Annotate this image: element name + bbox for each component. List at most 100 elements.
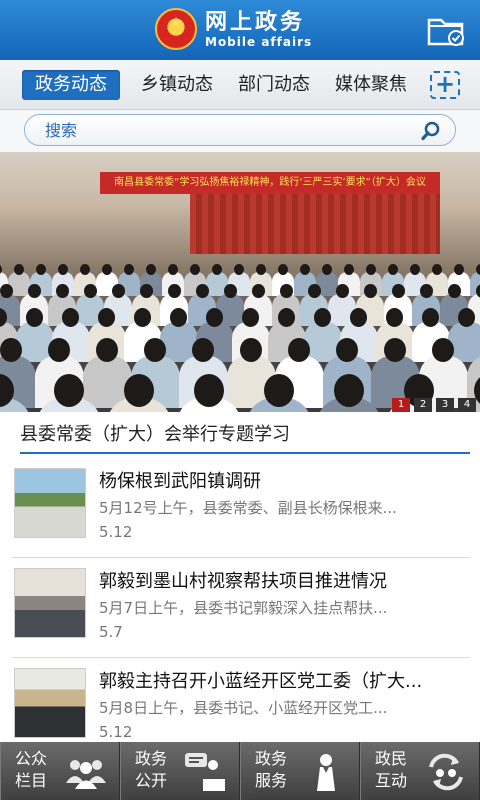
- audience-head: [256, 264, 266, 275]
- audience-head: [300, 264, 310, 275]
- audience-head: [54, 374, 84, 407]
- tab-township-news[interactable]: 乡镇动态: [133, 70, 221, 100]
- audience-head: [322, 264, 332, 275]
- speaker-podium-icon: [185, 753, 225, 791]
- audience-head: [139, 284, 153, 299]
- featured-photo[interactable]: 南昌县委常委“学习弘扬焦裕禄精神，践行‘三严三实’要求”（扩大）会议 1 2 3…: [0, 152, 480, 412]
- audience-head: [366, 264, 376, 275]
- audience-head: [307, 284, 321, 299]
- nav-label: 政务服务: [255, 749, 288, 790]
- news-summary: 5月12号上午，县委常委、副县长杨保根来...: [99, 499, 397, 517]
- audience-head: [278, 264, 288, 275]
- audience-head: [234, 264, 244, 275]
- search-input[interactable]: [45, 115, 415, 145]
- nav-label: 政民互动: [375, 749, 408, 790]
- audience-head: [223, 284, 237, 299]
- audience-head: [190, 264, 200, 275]
- nav-government-service[interactable]: 政务服务: [240, 742, 360, 800]
- audience-head: [458, 308, 476, 327]
- app-subtitle: Mobile affairs: [205, 35, 313, 49]
- tab-government-news[interactable]: 政务动态: [22, 70, 120, 100]
- featured-headline[interactable]: 县委常委（扩大）会举行专题学习: [20, 420, 470, 454]
- audience-head: [62, 308, 80, 327]
- bottom-navigation: 公众栏目 政务公开 政务服务 政民互动: [0, 742, 480, 800]
- audience-head: [167, 284, 181, 299]
- news-summary: 5月7日上午，县委书记郭毅深入挂点帮扶...: [99, 599, 388, 617]
- news-summary: 5月8日上午，县委书记、小蓝经开区党工...: [99, 699, 388, 717]
- news-thumbnail: [14, 468, 86, 538]
- news-list-item[interactable]: 杨保根到武阳镇调研 5月12号上午，县委常委、副县长杨保根来... 5.12: [12, 458, 470, 558]
- meeting-banner-text: 南昌县委常委“学习弘扬焦裕禄精神，践行‘三严三实’要求”（扩大）会议: [114, 177, 426, 188]
- pager-dot[interactable]: 4: [458, 398, 476, 412]
- nav-government-disclosure[interactable]: 政务公开: [120, 742, 240, 800]
- audience-head: [168, 264, 178, 275]
- national-emblem-icon: [155, 8, 197, 50]
- audience-head: [419, 284, 433, 299]
- news-title: 杨保根到武阳镇调研: [99, 471, 261, 492]
- news-title: 郭毅到墨山村视察帮扶项目推进情况: [99, 571, 387, 592]
- audience-head: [314, 308, 332, 327]
- audience-head: [350, 308, 368, 327]
- audience-head: [476, 264, 480, 275]
- audience-head: [194, 374, 224, 407]
- news-thumbnail: [14, 568, 86, 638]
- audience-head: [422, 308, 440, 327]
- audience-head: [124, 264, 134, 275]
- search-icon[interactable]: [421, 121, 441, 141]
- audience-head: [278, 308, 296, 327]
- search-bar: [0, 110, 480, 152]
- nav-label: 公众栏目: [15, 749, 48, 790]
- audience-head: [344, 264, 354, 275]
- folder-check-icon[interactable]: [426, 12, 466, 48]
- add-tab-button[interactable]: +: [430, 71, 460, 99]
- news-date: 5.12: [99, 523, 133, 541]
- audience-head: [134, 308, 152, 327]
- app-logo: 网上政务 Mobile affairs: [155, 8, 312, 50]
- audience-head: [26, 308, 44, 327]
- audience-head: [195, 284, 209, 299]
- audience-head: [124, 374, 154, 407]
- audience-head: [264, 374, 294, 407]
- pager-dot[interactable]: 3: [436, 398, 454, 412]
- nav-label: 政务公开: [135, 749, 168, 790]
- audience-head: [27, 284, 41, 299]
- audience-head: [432, 264, 442, 275]
- search-box: [24, 114, 456, 146]
- stage-curtain: [190, 194, 440, 254]
- audience-head: [55, 284, 69, 299]
- audience-head: [335, 284, 349, 299]
- nav-citizen-interaction[interactable]: 政民互动: [360, 742, 480, 800]
- tab-department-news[interactable]: 部门动态: [230, 70, 318, 100]
- tab-media-focus[interactable]: 媒体聚焦: [327, 70, 415, 100]
- audience-head: [279, 284, 293, 299]
- audience-head: [386, 308, 404, 327]
- news-thumbnail: [14, 668, 86, 738]
- news-date: 5.7: [99, 623, 123, 641]
- nav-public-columns[interactable]: 公众栏目: [0, 742, 120, 800]
- audience-head: [111, 284, 125, 299]
- service-staff-icon: [317, 754, 335, 791]
- audience-head: [410, 264, 420, 275]
- pager-dot[interactable]: 2: [414, 398, 432, 412]
- audience-head: [391, 284, 405, 299]
- audience-head: [58, 264, 68, 275]
- audience-head: [0, 284, 13, 299]
- audience-head: [98, 308, 116, 327]
- audience-head: [212, 264, 222, 275]
- audience-head: [102, 264, 112, 275]
- audience-head: [242, 308, 260, 327]
- news-title: 郭毅主持召开小蓝经开区党工委（扩大...: [99, 671, 423, 692]
- news-list-item[interactable]: 郭毅到墨山村视察帮扶项目推进情况 5月7日上午，县委书记郭毅深入挂点帮扶... …: [12, 558, 470, 658]
- photo-pager: 1 2 3 4: [388, 398, 476, 412]
- audience-head: [447, 284, 461, 299]
- interaction-exchange-icon: [429, 753, 463, 791]
- audience-head: [14, 264, 24, 275]
- audience-head: [334, 374, 364, 407]
- pager-dot[interactable]: 1: [392, 398, 410, 412]
- audience-head: [36, 264, 46, 275]
- audience-head: [206, 308, 224, 327]
- category-tabs: 政务动态 乡镇动态 部门动态 媒体聚焦 +: [0, 60, 480, 110]
- app-title: 网上政务: [205, 9, 306, 35]
- audience-head: [83, 284, 97, 299]
- audience-head: [388, 264, 398, 275]
